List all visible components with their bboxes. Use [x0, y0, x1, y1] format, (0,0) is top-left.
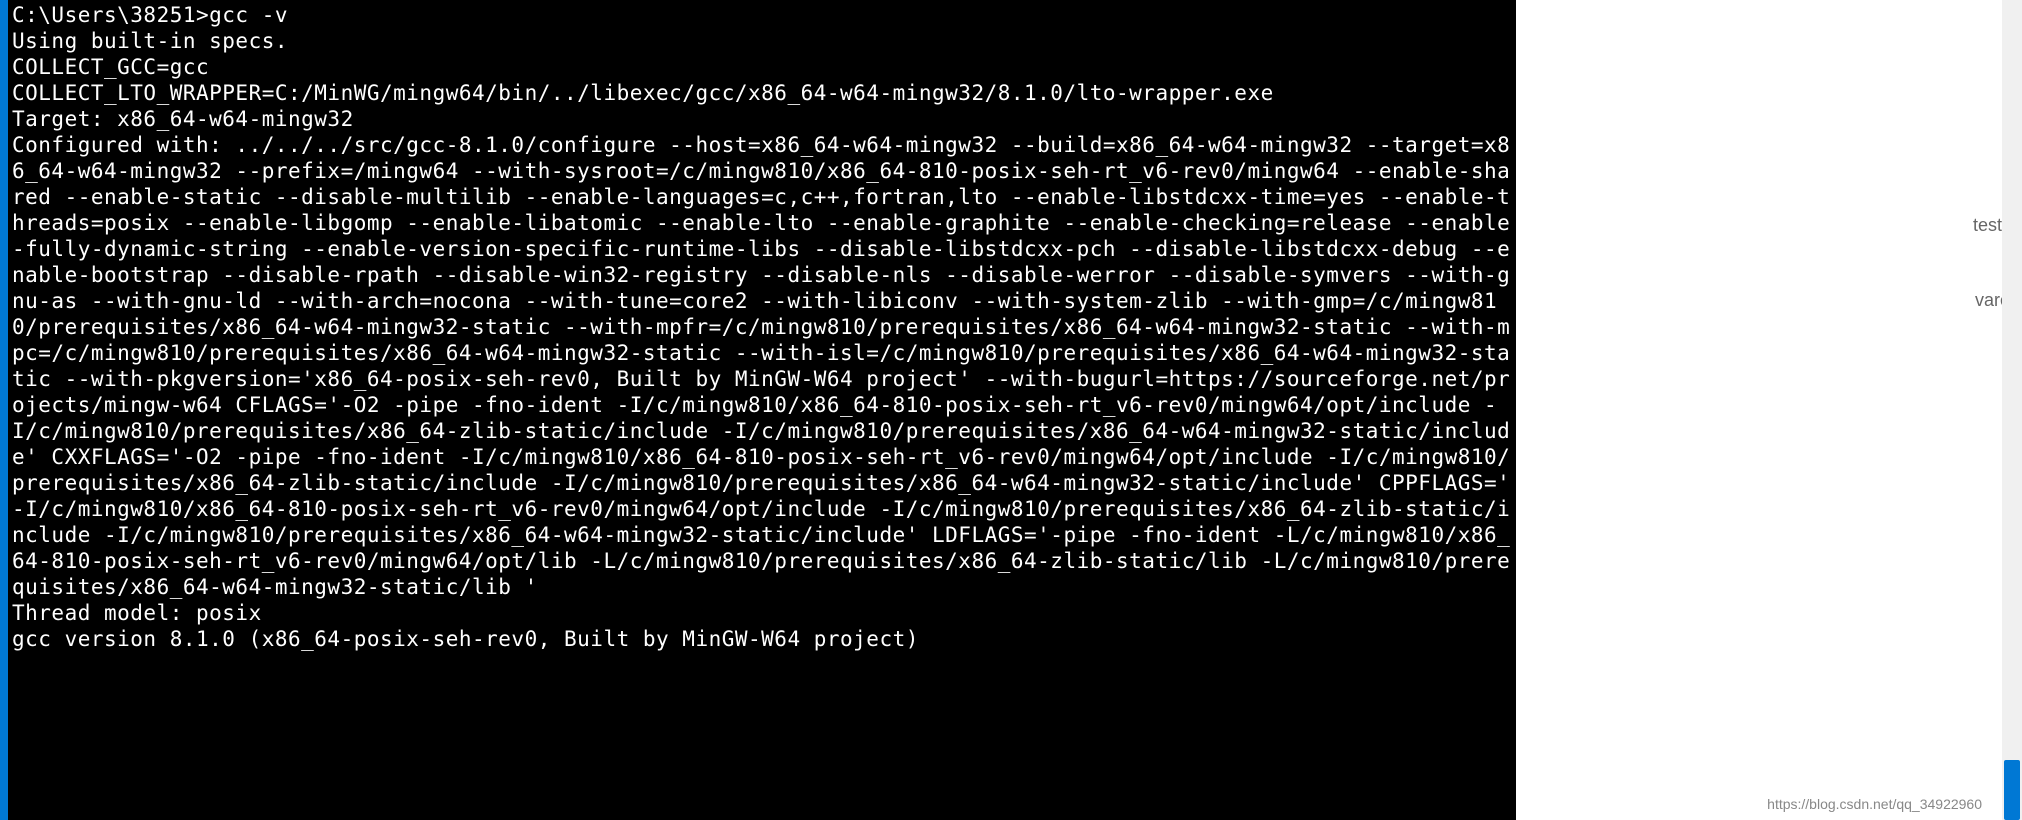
- scrollbar[interactable]: [2002, 0, 2022, 820]
- background-window: test vare: [1516, 0, 2022, 820]
- watermark-text: https://blog.csdn.net/qq_34922960: [1767, 796, 1982, 812]
- scrollbar-thumb[interactable]: [2004, 760, 2020, 820]
- terminal-line: Using built-in specs.: [12, 29, 288, 53]
- terminal-line: gcc version 8.1.0 (x86_64-posix-seh-rev0…: [12, 627, 919, 651]
- terminal-line: Target: x86_64-w64-mingw32: [12, 107, 354, 131]
- terminal-prompt-line: C:\Users\38251>gcc -v: [12, 3, 288, 27]
- terminal-line: Thread model: posix: [12, 601, 262, 625]
- terminal-window[interactable]: C:\Users\38251>gcc -v Using built-in spe…: [0, 0, 1516, 820]
- terminal-line: COLLECT_LTO_WRAPPER=C:/MinWG/mingw64/bin…: [12, 81, 1274, 105]
- terminal-output: C:\Users\38251>gcc -v Using built-in spe…: [8, 0, 1516, 654]
- terminal-line: COLLECT_GCC=gcc: [12, 55, 209, 79]
- terminal-line: Configured with: ../../../src/gcc-8.1.0/…: [12, 133, 1523, 599]
- background-text: test: [1973, 215, 2002, 236]
